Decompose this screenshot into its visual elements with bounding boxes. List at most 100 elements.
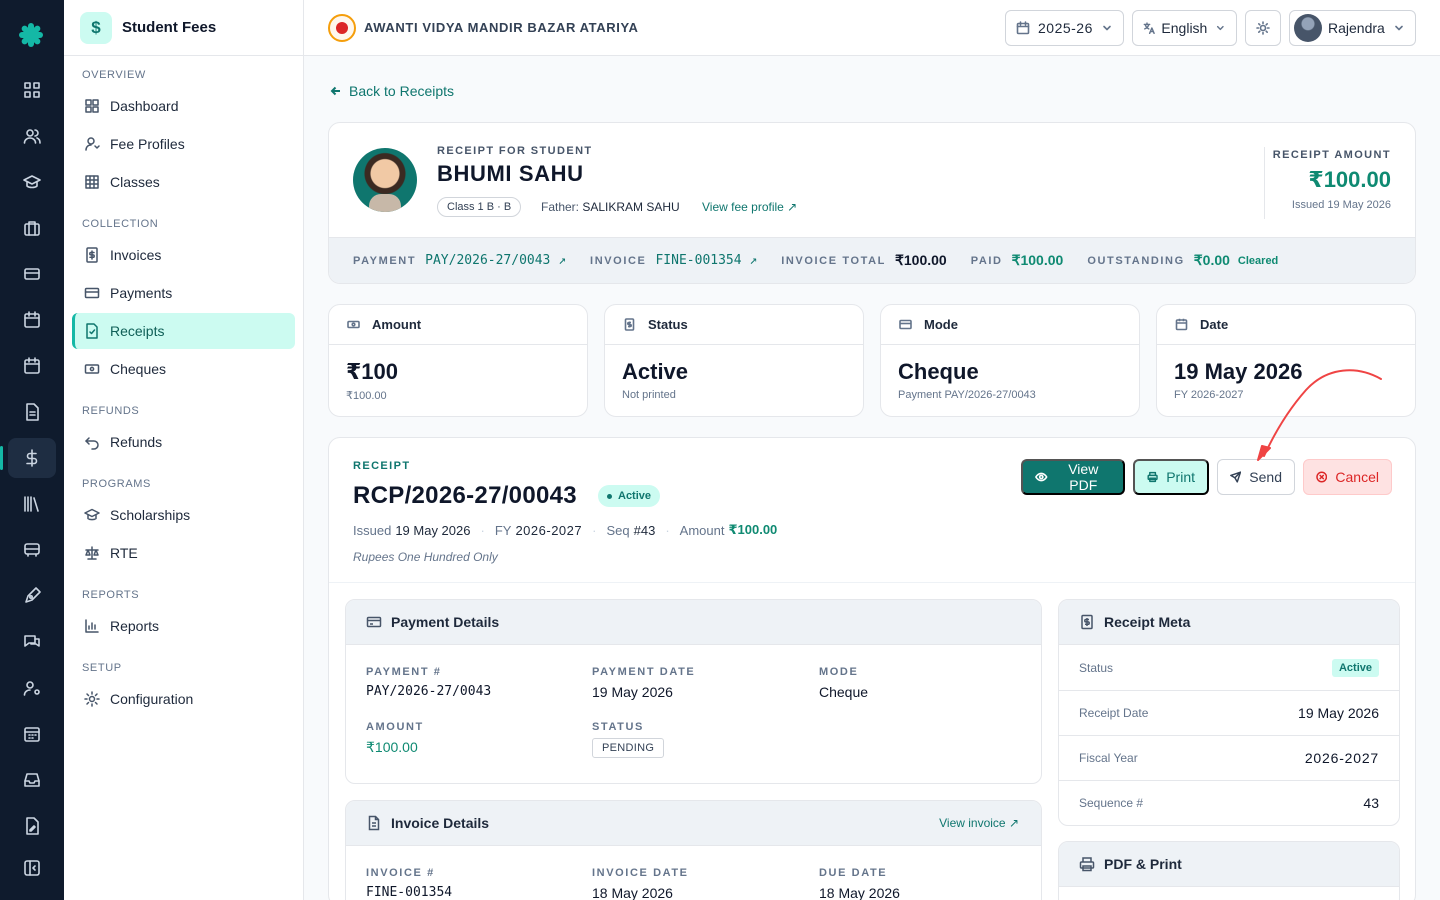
sidebar-item-reports[interactable]: Reports [72, 608, 295, 644]
view-pdf-button[interactable]: View PDF [1021, 459, 1125, 495]
chevron-down-icon [1103, 25, 1111, 31]
sidebar-item-cheques[interactable]: Cheques [72, 351, 295, 387]
amount-in-words: Rupees One Hundred Only [353, 550, 498, 564]
sidebar-item-label: Payments [110, 285, 173, 301]
cancel-button[interactable]: Cancel [1303, 459, 1392, 495]
view-fee-profile-link[interactable]: View fee profile ↗ [702, 200, 797, 214]
pdf-print-panel: PDF & Print [1058, 841, 1400, 900]
rail-users-icon[interactable] [8, 116, 56, 156]
graduation-cap-icon [84, 508, 100, 521]
sidebar-item-label: Dashboard [110, 98, 179, 114]
sidebar-item-fee-profiles[interactable]: Fee Profiles [72, 126, 295, 162]
invoice-link[interactable]: FINE-001354 ↗ [655, 253, 757, 268]
rail-briefcase-icon[interactable] [8, 208, 56, 248]
strip-label: INVOICE TOTAL [781, 254, 886, 267]
sidebar-item-rte[interactable]: RTE [72, 535, 295, 571]
pdf-print-title: PDF & Print [1104, 856, 1182, 872]
back-to-receipts-link[interactable]: Back to Receipts [330, 83, 454, 99]
rail-calendar-check-icon[interactable] [8, 346, 56, 386]
sidebar-item-label: Cheques [110, 361, 167, 377]
mode-card-sub: Payment PAY/2026-27/0043 [898, 389, 1036, 401]
rail-bus-icon[interactable] [8, 530, 56, 570]
rail-card-icon[interactable] [8, 254, 56, 294]
payment-link[interactable]: PAY/2026-27/0043 ↗ [425, 253, 566, 268]
receipt-meta-header: Receipt Meta [1059, 600, 1399, 645]
cleared-badge: Cleared [1237, 254, 1279, 267]
sidebar-item-payments[interactable]: Payments [72, 275, 295, 311]
sidebar-item-configuration[interactable]: Configuration [72, 681, 295, 717]
field-label: INVOICE DATE [592, 867, 689, 879]
sidebar-item-refunds[interactable]: Refunds [72, 424, 295, 460]
status-badge: Active [598, 485, 661, 507]
rail-inbox-icon[interactable] [8, 760, 56, 800]
invoice-details-title: Invoice Details [391, 815, 490, 831]
rail-collapse-icon[interactable] [8, 848, 56, 888]
rail-chat-icon[interactable] [8, 622, 56, 662]
meta-row-status: Status Active [1059, 645, 1399, 690]
banknote-icon [347, 320, 360, 329]
sidebar-item-label: Reports [110, 618, 160, 634]
rail-schedule-icon[interactable] [8, 714, 56, 754]
calendar-icon [1175, 318, 1188, 331]
sidebar-section-collection: COLLECTION [82, 218, 159, 230]
sidebar-item-label: Receipts [110, 323, 165, 339]
issued-value: 19 May 2026 [395, 522, 471, 538]
status-card-value: Active [622, 359, 689, 384]
strip-paid: PAID ₹100.00 [971, 252, 1064, 269]
meta-label: Fiscal Year [1079, 751, 1138, 765]
sidebar-item-classes[interactable]: Classes [72, 164, 295, 200]
strip-label: PAYMENT [353, 254, 417, 267]
field-label: INVOICE # [366, 867, 435, 879]
receipt-meta-panel: Receipt Meta Status Active Receipt Date … [1058, 599, 1400, 826]
school-name: AWANTI VIDYA MANDIR BAZAR ATARIYA [364, 20, 639, 35]
send-button[interactable]: Send [1217, 459, 1295, 495]
father-label: Father: [541, 200, 580, 214]
language-select[interactable]: English [1132, 10, 1237, 46]
receipt-meta-title: Receipt Meta [1104, 614, 1191, 630]
user-menu[interactable]: Rajendra [1289, 10, 1416, 46]
print-button[interactable]: Print [1133, 459, 1209, 495]
due-date-value: 18 May 2026 [819, 885, 900, 900]
date-card-value: 19 May 2026 [1174, 359, 1303, 384]
student-name: BHUMI SAHU [437, 161, 584, 186]
rail-library-icon[interactable] [8, 484, 56, 524]
receipt-amount-label: RECEIPT AMOUNT [1272, 149, 1391, 161]
payment-details-title: Payment Details [391, 614, 500, 630]
sidebar-item-label: Classes [110, 174, 160, 190]
father-name: SALIKRAM SAHU [582, 200, 680, 214]
theme-toggle[interactable] [1245, 10, 1281, 46]
sidebar-section-overview: OVERVIEW [82, 69, 146, 81]
amount-value: ₹100.00 [366, 739, 418, 755]
mode-value: Cheque [819, 684, 869, 700]
app-logo-icon[interactable] [15, 19, 47, 51]
user-icon [85, 137, 100, 151]
credit-card-icon [899, 319, 912, 330]
sidebar-item-label: Invoices [110, 247, 162, 263]
sidebar-item-label: Fee Profiles [110, 136, 185, 152]
rail-file-edit-icon[interactable] [8, 806, 56, 846]
due-date-field: DUE DATE 18 May 2026 [819, 867, 900, 900]
sidebar-item-dashboard[interactable]: Dashboard [72, 88, 295, 124]
pdf-print-header: PDF & Print [1059, 842, 1399, 887]
fees-logo-icon: $ [80, 11, 112, 44]
sidebar-item-invoices[interactable]: Invoices [72, 237, 295, 273]
rail-document-icon[interactable] [8, 392, 56, 432]
amount-card-value: ₹100 [346, 359, 399, 384]
amount-value: ₹100.00 [728, 522, 778, 537]
credit-card-icon [84, 287, 100, 299]
rail-graduation-icon[interactable] [8, 162, 56, 202]
seq-value: #43 [633, 522, 656, 538]
rail-fees-icon[interactable] [0, 438, 56, 478]
sidebar-item-receipts[interactable]: Receipts [72, 313, 295, 349]
academic-year-select[interactable]: 2025-26 [1005, 10, 1124, 46]
rail-pen-icon[interactable] [8, 576, 56, 616]
sidebar-item-scholarships[interactable]: Scholarships [72, 497, 295, 533]
field-label: AMOUNT [366, 721, 424, 733]
rail-dashboard-icon[interactable] [8, 70, 56, 110]
cheque-icon [84, 364, 100, 374]
x-circle-icon [1316, 471, 1328, 483]
rail-calendar-icon[interactable] [8, 300, 56, 340]
rail-user-settings-icon[interactable] [8, 668, 56, 708]
outstanding-value: ₹0.00 [1193, 252, 1230, 268]
view-invoice-link[interactable]: View invoice ↗ [939, 816, 1019, 830]
